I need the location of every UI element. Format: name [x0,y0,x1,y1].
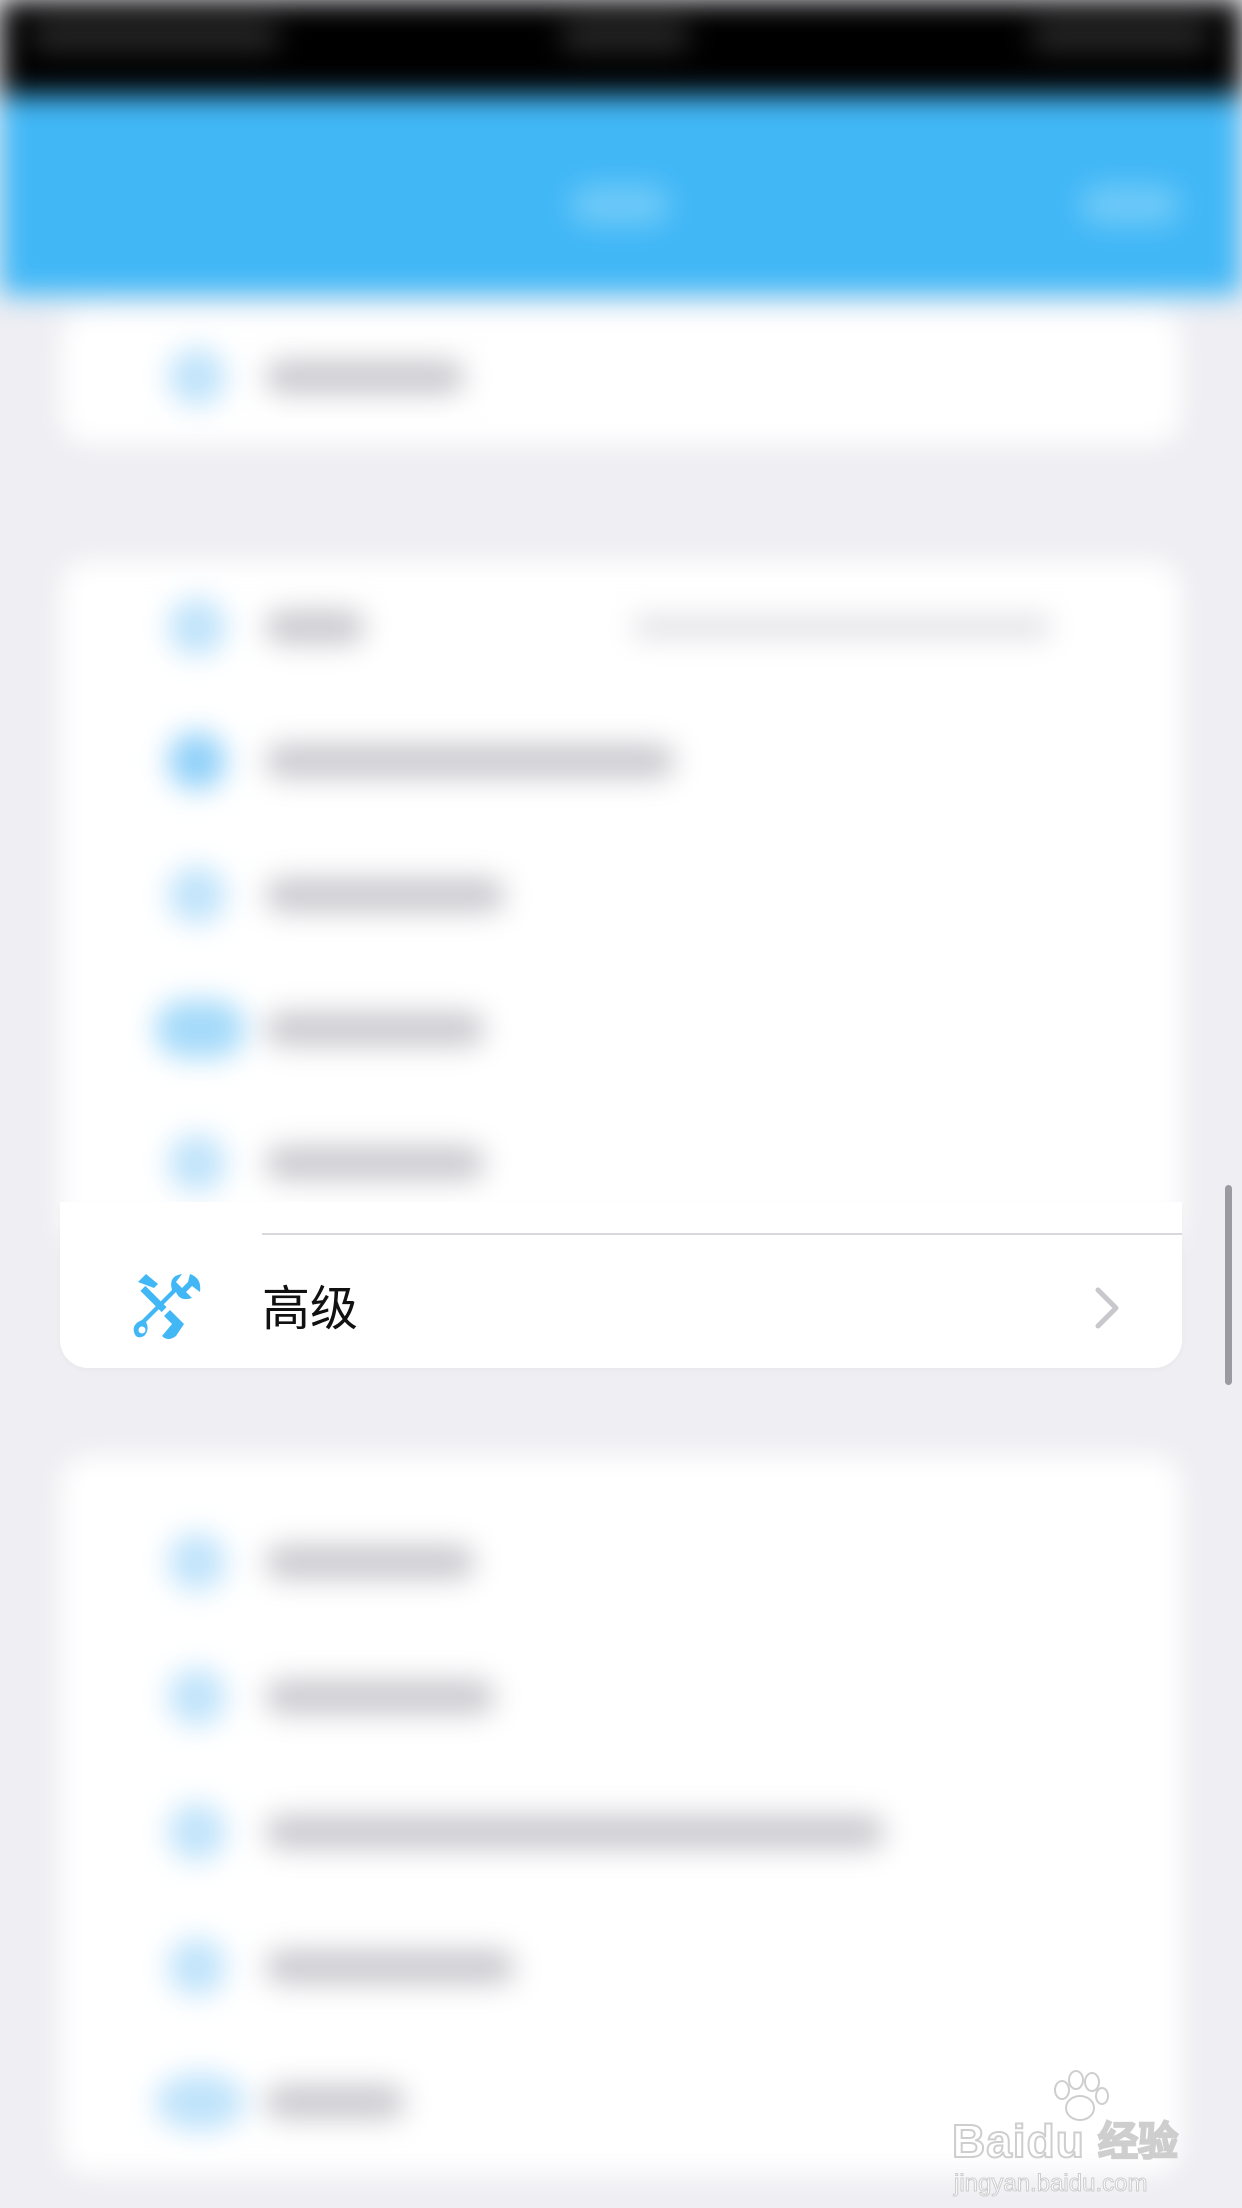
settings-group-2 [60,560,1182,1240]
advanced-label: 高级 [262,1281,359,1337]
blurred-background [0,0,1242,2208]
scroll-indicator[interactable] [1225,1185,1232,1385]
settings-group-1 [60,310,1182,445]
settings-group-3 [60,1455,1182,2175]
baidu-jingyan-watermark: Baidu 经验 jingyan.baidu.com [950,2070,1190,2198]
status-bar [0,0,1242,100]
watermark-brand-cn: 经验 [1097,2118,1179,2166]
tools-icon [133,1274,201,1339]
row-separator [262,1233,1182,1235]
navigation-bar [0,95,1242,295]
watermark-brand: Baidu [951,2115,1085,2167]
watermark-url: jingyan.baidu.com [953,2170,1148,2198]
advanced-settings-row[interactable]: 高级 [60,1202,1182,1368]
chevron-right-icon [1095,1287,1119,1329]
